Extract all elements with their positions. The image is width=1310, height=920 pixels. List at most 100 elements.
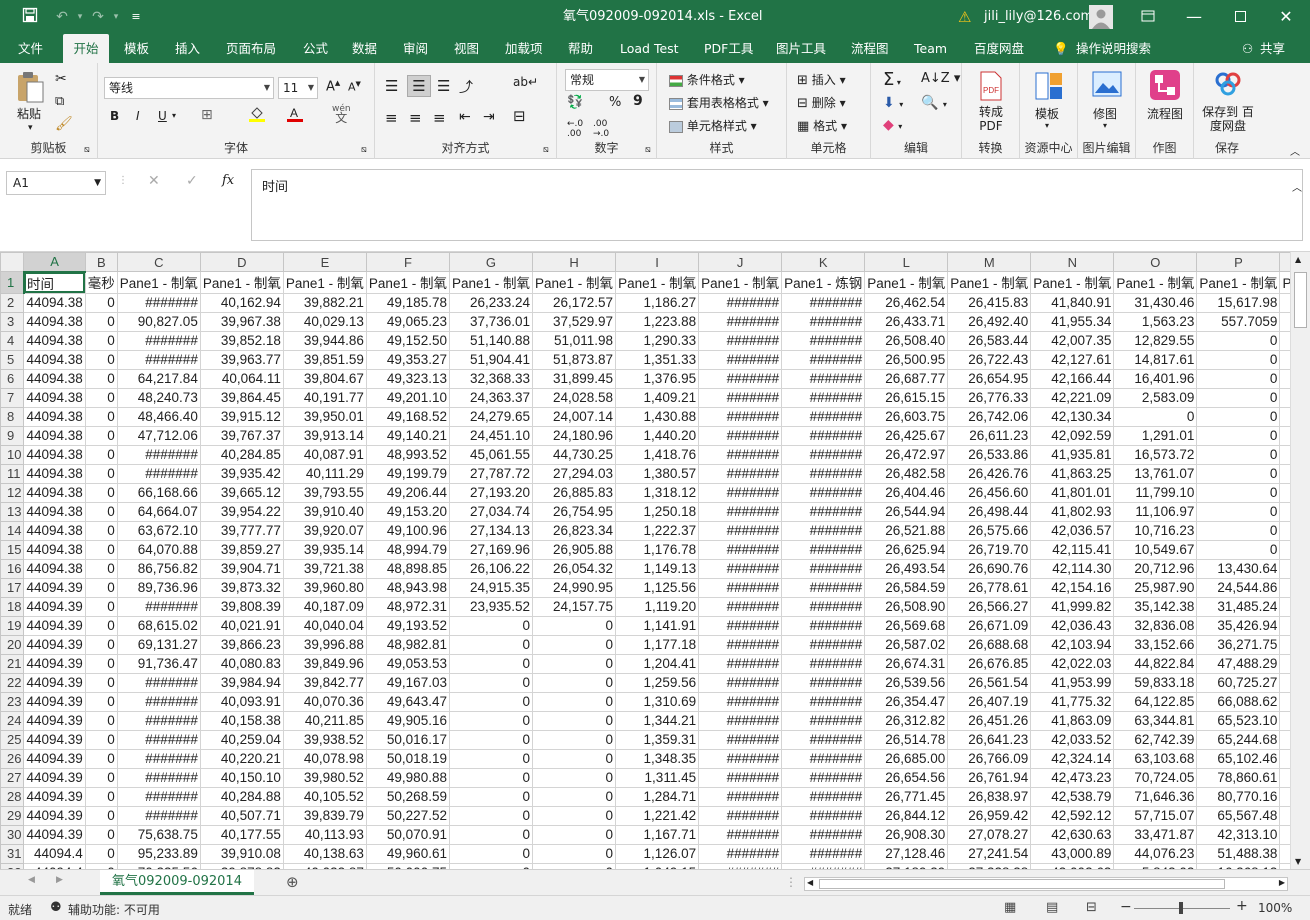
cell[interactable]: 49,153.20 [365, 501, 450, 522]
cell[interactable]: 415.7775 [1279, 444, 1290, 465]
cell[interactable]: ####### [698, 463, 783, 484]
next-sheet-icon[interactable]: ▶ [56, 875, 63, 885]
cell[interactable]: 26,742.06 [947, 406, 1032, 427]
cell[interactable]: 26,761.94 [947, 767, 1032, 788]
cell[interactable]: 51,873.87 [532, 349, 617, 370]
cell[interactable]: 42,114.30 [1030, 558, 1115, 579]
cell[interactable]: 1,344.21 [615, 710, 700, 731]
shrink-font-button[interactable]: A▼ [348, 80, 361, 94]
cell[interactable]: 26,407.19 [947, 691, 1032, 712]
cell[interactable]: 75,638.75 [116, 824, 201, 845]
cell[interactable]: 42,103.94 [1030, 634, 1115, 655]
align-right-icon[interactable]: ≡ [433, 109, 446, 127]
cell[interactable]: 26,456.60 [947, 482, 1032, 503]
cell[interactable]: 40,113.93 [282, 824, 367, 845]
cell[interactable]: 44094.39 [23, 577, 86, 598]
save-to-baidu-button[interactable]: 保存到 百度网盘 [1202, 105, 1254, 133]
vertical-scroll-thumb[interactable] [1294, 272, 1307, 328]
cell[interactable]: 41,863.09 [1030, 710, 1115, 731]
cell[interactable]: 26,561.54 [947, 672, 1032, 693]
row-header[interactable]: 10 [0, 444, 25, 465]
cell[interactable]: 40,177.55 [199, 824, 284, 845]
column-header[interactable]: J [698, 252, 783, 272]
cell[interactable]: 0 [1196, 349, 1281, 370]
cell[interactable]: 39,910.08 [199, 843, 284, 864]
percent-button[interactable]: % [609, 95, 621, 110]
cell[interactable]: 0 [84, 748, 118, 769]
cell[interactable]: 26,905.88 [532, 539, 617, 560]
cell[interactable]: 40,187.09 [282, 596, 367, 617]
cell[interactable]: 89,736.96 [116, 577, 201, 598]
row-header[interactable]: 14 [0, 520, 25, 541]
cell[interactable]: 26,654.95 [947, 368, 1032, 389]
row-header[interactable]: 22 [0, 672, 25, 693]
cell[interactable]: ####### [781, 330, 866, 351]
cell[interactable]: 41,999.82 [1030, 596, 1115, 617]
cell[interactable]: 26,587.02 [864, 634, 949, 655]
cell[interactable]: 24,157.75 [532, 596, 617, 617]
cell[interactable]: ####### [781, 463, 866, 484]
undo-dropdown-icon[interactable]: ▾ [70, 7, 90, 27]
row-header[interactable]: 24 [0, 710, 25, 731]
cell[interactable]: 26,508.90 [864, 596, 949, 617]
cell[interactable]: 49,065.23 [365, 311, 450, 332]
cell[interactable]: 24,279.65 [448, 406, 534, 427]
align-bottom-icon[interactable]: ☰ [437, 77, 450, 95]
row-header[interactable]: 27 [0, 767, 25, 788]
cell[interactable]: 44094.38 [23, 463, 86, 484]
cell[interactable]: 39,793.55 [282, 482, 367, 503]
cell[interactable]: 44094.39 [23, 767, 86, 788]
cell[interactable]: 48,972.31 [365, 596, 450, 617]
cell[interactable]: Pane1 - 制氧 [1113, 271, 1198, 294]
cell[interactable]: 95,233.89 [116, 843, 201, 864]
cell[interactable]: ####### [698, 577, 783, 598]
cell[interactable]: 42,036.57 [1030, 520, 1115, 541]
cell[interactable]: 26,462.54 [864, 292, 949, 313]
cell[interactable]: 40,070.36 [282, 691, 367, 712]
cell[interactable]: 456.5032 [1279, 330, 1290, 351]
cell[interactable]: 1,167.71 [615, 824, 700, 845]
cell[interactable]: 0 [84, 463, 118, 484]
collapse-ribbon-icon[interactable]: ︿ [1290, 143, 1300, 158]
cell[interactable]: 40,064.11 [199, 368, 284, 389]
cell[interactable]: 42,127.61 [1030, 349, 1115, 370]
cell[interactable]: 24,451.10 [448, 425, 534, 446]
tab-insert[interactable]: 插入 [167, 34, 208, 63]
align-top-icon[interactable]: ☰ [385, 77, 398, 95]
increase-indent-icon[interactable]: ⇥ [483, 109, 495, 125]
row-header[interactable]: 7 [0, 387, 25, 408]
cell[interactable]: 1,311.45 [615, 767, 700, 788]
cell[interactable]: 40,284.88 [199, 786, 284, 807]
cell[interactable]: 26,766.09 [947, 748, 1032, 769]
cell[interactable]: 422.0077 [1279, 558, 1290, 579]
cell[interactable]: 26,472.97 [864, 444, 949, 465]
cell[interactable]: 1,310.69 [615, 691, 700, 712]
cell[interactable]: 39,904.71 [199, 558, 284, 579]
cell[interactable]: 0 [448, 672, 534, 693]
underline-button[interactable]: U [158, 109, 167, 123]
cell[interactable]: 44094.38 [23, 501, 86, 522]
cell[interactable]: 26,959.42 [947, 805, 1032, 826]
tab-home[interactable]: 开始 [63, 34, 109, 63]
cell[interactable]: 40,162.94 [199, 292, 284, 313]
cell[interactable]: 49,140.21 [365, 425, 450, 446]
insert-function-button[interactable]: fx [222, 173, 234, 188]
cell[interactable]: 39,882.21 [282, 292, 367, 313]
cell-styles-button[interactable]: 单元格样式 ▾ [669, 117, 757, 134]
row-header[interactable]: 8 [0, 406, 25, 427]
cell[interactable]: 49,100.96 [365, 520, 450, 541]
cell[interactable]: ####### [781, 425, 866, 446]
cell[interactable]: 42,115.41 [1030, 539, 1115, 560]
cell[interactable]: 33,152.66 [1113, 634, 1198, 655]
cell[interactable]: ####### [698, 824, 783, 845]
cell[interactable]: 35,426.94 [1196, 615, 1281, 636]
cell[interactable]: ####### [698, 387, 783, 408]
cell[interactable]: 419.0361 [1279, 748, 1290, 769]
name-box[interactable]: A1 ▼ [6, 171, 106, 195]
cell[interactable]: ####### [781, 539, 866, 560]
cell[interactable]: 41,863.25 [1030, 463, 1115, 484]
cell[interactable]: 45,061.55 [448, 444, 534, 465]
cell[interactable]: 1,126.07 [615, 843, 700, 864]
cell[interactable]: 459.4626 [1279, 349, 1290, 370]
cell[interactable]: 51,011.98 [532, 330, 617, 351]
